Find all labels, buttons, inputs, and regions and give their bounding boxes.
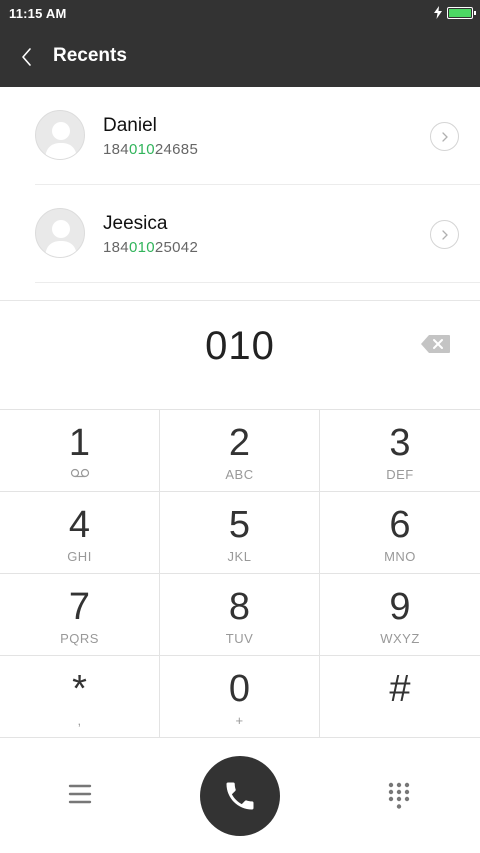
key-digit: 6 xyxy=(389,504,411,546)
menu-button[interactable] xyxy=(68,783,92,805)
key-3[interactable]: 3 DEF xyxy=(320,410,480,492)
dialpad-toggle-button[interactable] xyxy=(387,782,411,810)
contact-name: Daniel xyxy=(103,115,157,136)
key-digit: * xyxy=(72,668,87,710)
key-4[interactable]: 4 GHI xyxy=(0,492,160,574)
key-letters: , xyxy=(77,713,82,728)
back-button[interactable] xyxy=(14,44,40,70)
status-bar: 11:15 AM xyxy=(0,0,480,28)
key-digit: 4 xyxy=(68,504,91,546)
key-digit: 2 xyxy=(228,422,251,464)
dialpad-icon xyxy=(388,782,410,809)
chevron-left-icon xyxy=(22,48,31,66)
number-suffix: 24685 xyxy=(154,141,199,158)
contact-number: 18401025042 xyxy=(103,239,198,256)
person-placeholder-icon xyxy=(45,220,77,257)
delete-button[interactable] xyxy=(420,333,452,355)
person-placeholder-icon xyxy=(45,122,77,159)
key-letters: GHI xyxy=(67,549,92,564)
divider xyxy=(35,282,480,283)
key-0[interactable]: 0 + xyxy=(160,656,320,738)
key-letters: DEF xyxy=(386,467,414,482)
battery-icon xyxy=(447,6,476,19)
key-8[interactable]: 8 TUV xyxy=(160,574,320,656)
key-hash[interactable]: # xyxy=(320,656,480,738)
key-letters: MNO xyxy=(384,549,416,564)
key-9[interactable]: 9 WXYZ xyxy=(320,574,480,656)
key-letters: ABC xyxy=(225,467,254,482)
key-5[interactable]: 5 JKL xyxy=(160,492,320,574)
key-digit: 8 xyxy=(228,586,251,628)
backspace-icon xyxy=(421,335,450,353)
avatar xyxy=(35,110,85,160)
key-letters: TUV xyxy=(225,631,254,646)
key-digit: # xyxy=(389,668,411,710)
contact-detail-button[interactable] xyxy=(430,220,459,249)
avatar xyxy=(35,208,85,258)
number-match: 010 xyxy=(128,239,155,256)
key-digit: 0 xyxy=(228,668,251,710)
key-letters: JKL xyxy=(227,549,252,564)
chevron-right-icon xyxy=(441,131,448,142)
key-7[interactable]: 7 PQRS xyxy=(0,574,160,656)
chevron-right-icon xyxy=(441,229,448,240)
charging-bolt-icon xyxy=(434,6,442,19)
key-letters: + xyxy=(235,713,244,728)
key-star[interactable]: * , xyxy=(0,656,160,738)
key-letters: PQRS xyxy=(60,631,99,646)
key-digit: 3 xyxy=(389,422,411,464)
key-1[interactable]: 1 xyxy=(0,410,160,492)
status-time: 11:15 AM xyxy=(9,6,67,21)
key-2[interactable]: 2 ABC xyxy=(160,410,320,492)
battery-level xyxy=(449,8,471,17)
key-digit: 1 xyxy=(68,422,91,464)
number-prefix: 184 xyxy=(103,141,129,158)
list-item[interactable]: Daniel 18401024685 xyxy=(0,87,480,185)
number-match: 010 xyxy=(128,141,155,158)
dialed-number[interactable]: 010 xyxy=(0,324,480,369)
menu-icon xyxy=(68,784,92,804)
bottom-bar xyxy=(0,739,480,853)
key-digit: 9 xyxy=(389,586,411,628)
contact-detail-button[interactable] xyxy=(430,122,459,151)
contact-number: 18401024685 xyxy=(103,141,198,158)
list-item[interactable]: Jeesica 18401025042 xyxy=(0,185,480,283)
recents-list: Daniel 18401024685 Jeesica 18401025042 xyxy=(0,87,480,283)
contact-name: Jeesica xyxy=(103,213,168,234)
phone-icon xyxy=(226,782,254,810)
keypad: 1 2 ABC 3 DEF 4 GHI 5 JKL 6 MNO 7 PQRS 8… xyxy=(0,409,480,739)
key-6[interactable]: 6 MNO xyxy=(320,492,480,574)
status-icons xyxy=(434,6,476,19)
number-suffix: 25042 xyxy=(154,239,199,256)
number-prefix: 184 xyxy=(103,239,129,256)
app-header: Recents xyxy=(0,28,480,87)
key-letters: WXYZ xyxy=(380,631,420,646)
dialed-number-area: 010 xyxy=(0,300,480,409)
page-title: Recents xyxy=(53,45,127,66)
call-button[interactable] xyxy=(200,756,280,836)
voicemail-icon xyxy=(70,468,90,478)
key-digit: 5 xyxy=(228,504,251,546)
key-digit: 7 xyxy=(68,586,91,628)
